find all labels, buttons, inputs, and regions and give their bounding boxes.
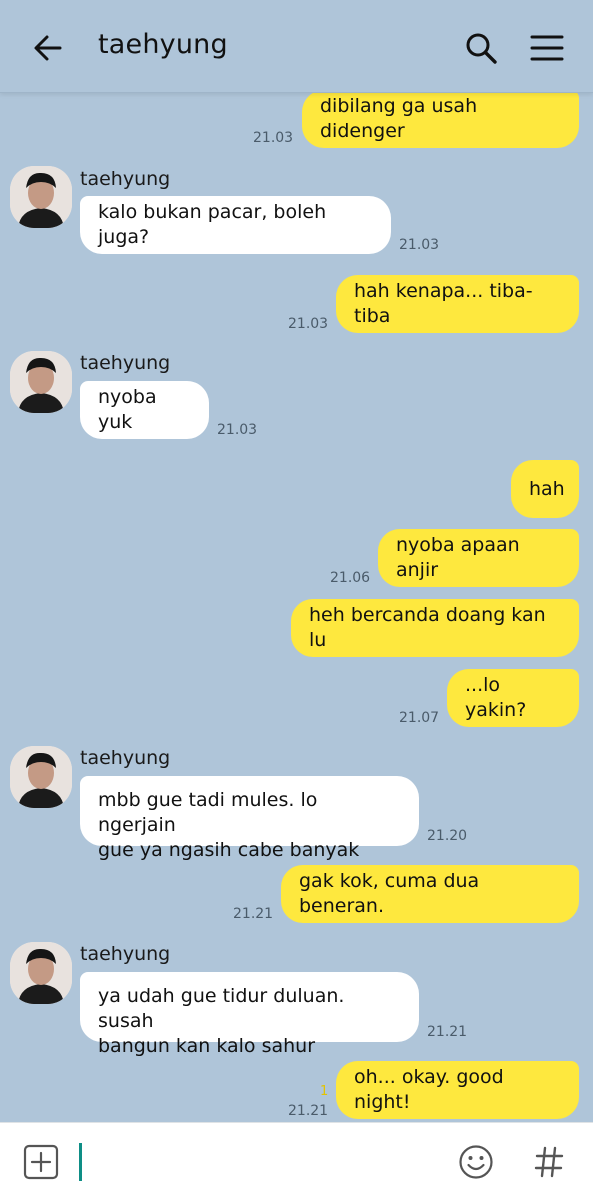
message-time: 21.20 xyxy=(427,828,468,844)
search-button[interactable] xyxy=(458,25,504,71)
incoming-message[interactable]: kalo bukan pacar, boleh juga? xyxy=(80,196,391,254)
avatar-image xyxy=(10,942,72,1004)
avatar-image xyxy=(10,166,72,228)
smiley-icon xyxy=(459,1145,493,1179)
outgoing-message[interactable]: oh... okay. good night! xyxy=(336,1061,579,1119)
avatar[interactable] xyxy=(10,351,72,413)
outgoing-message[interactable]: nyoba apaan anjir xyxy=(378,529,579,587)
incoming-message[interactable]: nyoba yuk xyxy=(80,381,209,439)
message-time: 21.21 xyxy=(427,1024,468,1040)
incoming-message[interactable]: mbb gue tadi mules. lo ngerjain gue ya n… xyxy=(80,776,419,861)
avatar-image xyxy=(10,746,72,808)
message-time: 21.03 xyxy=(217,422,258,438)
message-time: 21.07 xyxy=(399,710,440,726)
back-button[interactable] xyxy=(26,26,70,70)
outgoing-message[interactable]: gak kok, cuma dua beneran. xyxy=(281,865,579,923)
message-time: 21.03 xyxy=(288,316,329,332)
outgoing-message[interactable]: hah xyxy=(511,460,579,518)
avatar[interactable] xyxy=(10,166,72,228)
sender-name: taehyung xyxy=(80,943,171,965)
incoming-message[interactable]: ya udah gue tidur duluan. susah bangun k… xyxy=(80,972,419,1057)
chat-header: taehyung xyxy=(0,0,593,93)
sender-name: taehyung xyxy=(80,168,171,190)
arrow-left-icon xyxy=(34,35,62,61)
menu-button[interactable] xyxy=(524,25,570,71)
outgoing-message[interactable]: heh bercanda doang kan lu xyxy=(291,599,579,657)
sender-name: taehyung xyxy=(80,352,171,374)
hash-icon xyxy=(534,1146,564,1178)
message-time: 21.03 xyxy=(399,237,440,253)
message-time: 21.21 xyxy=(233,906,274,922)
outgoing-message[interactable]: hah kenapa... tiba-tiba xyxy=(336,275,579,333)
chat-area[interactable]: 21.03 dibilang ga usah didenger taehyung… xyxy=(0,0,593,1122)
avatar[interactable] xyxy=(10,746,72,808)
message-time: 21.06 xyxy=(330,570,371,586)
sender-name: taehyung xyxy=(80,747,171,769)
attach-button[interactable] xyxy=(22,1143,60,1181)
message-input-bar xyxy=(0,1122,593,1201)
avatar-image xyxy=(10,351,72,413)
avatar[interactable] xyxy=(10,942,72,1004)
search-icon xyxy=(466,33,497,64)
hashtag-button[interactable] xyxy=(531,1143,567,1181)
outgoing-message[interactable]: dibilang ga usah didenger xyxy=(302,90,579,148)
outgoing-message[interactable]: ...lo yakin? xyxy=(447,669,579,727)
page-title: taehyung xyxy=(98,29,228,60)
plus-box-icon xyxy=(23,1144,59,1180)
unread-count: 1 xyxy=(320,1084,329,1099)
message-time: 21.03 xyxy=(253,130,294,146)
message-time: 21.21 xyxy=(288,1103,329,1119)
hamburger-menu-icon xyxy=(530,35,564,61)
message-input[interactable] xyxy=(79,1143,82,1181)
emoji-button[interactable] xyxy=(457,1143,495,1181)
